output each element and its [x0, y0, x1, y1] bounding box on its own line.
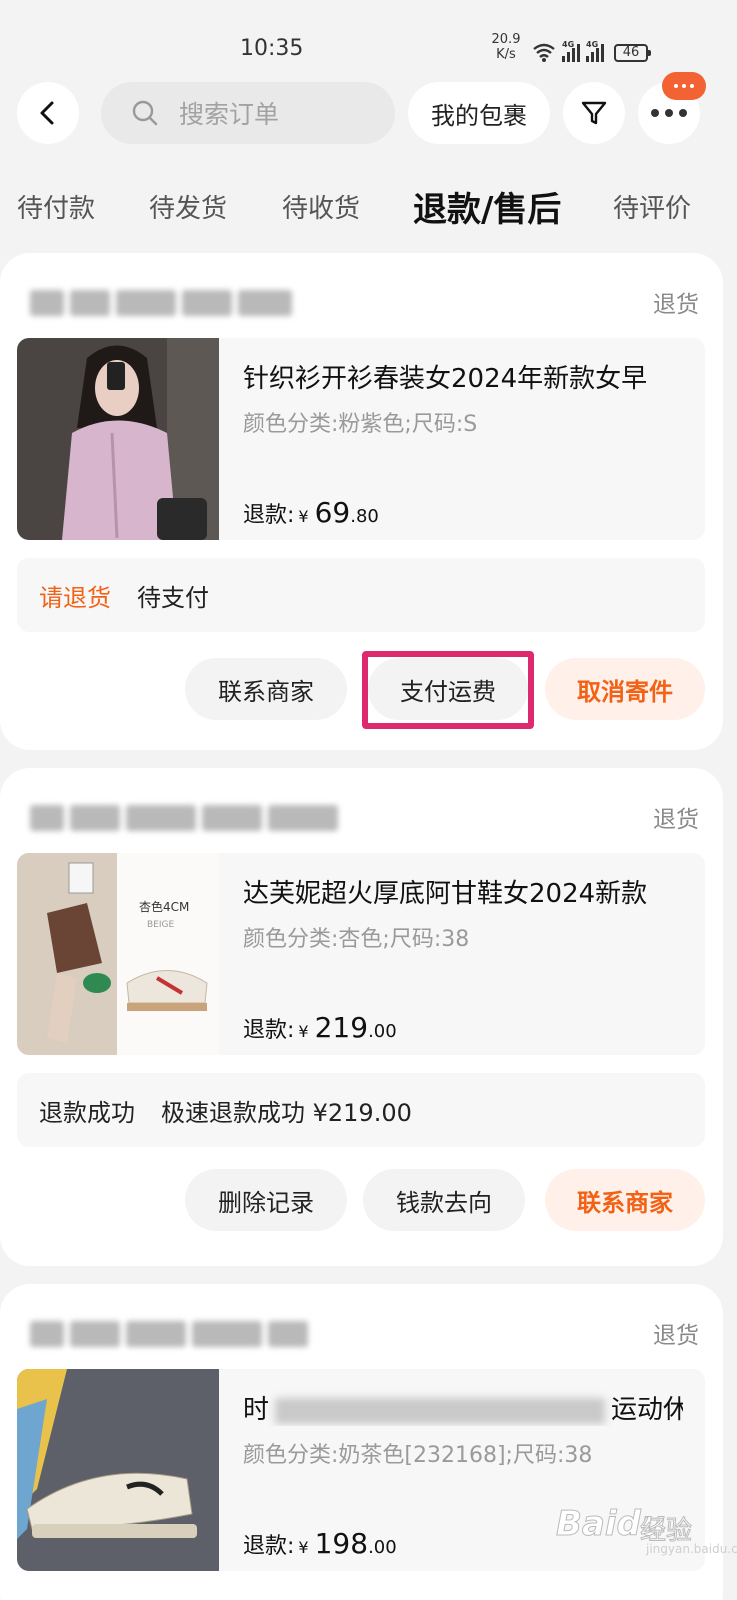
progress-state: 极速退款成功 ¥219.00	[161, 1098, 412, 1127]
cellular-signal-icon: 4G	[586, 40, 604, 62]
contact-seller-button[interactable]: 联系商家	[545, 1169, 705, 1231]
network-speed-unit: K/s	[496, 47, 516, 62]
product-item[interactable]: 针织衫开衫春装女2024年新款女早 颜色分类:粉紫色;尺码:S 退款: ¥ 69…	[17, 338, 705, 540]
search-placeholder: 搜索订单	[179, 100, 280, 129]
delete-record-button[interactable]: 删除记录	[185, 1169, 347, 1231]
refund-amount: 退款: ¥ 198 .00	[243, 1527, 397, 1560]
search-input[interactable]: 搜索订单	[101, 82, 395, 144]
notification-badge	[662, 72, 706, 100]
refund-progress-row[interactable]: 请退货 待支付	[17, 558, 705, 632]
order-card: 退货 杏色4CM BEIGE 达芙妮超火厚底阿甘鞋女2024新款 颜色分类:杏色…	[0, 768, 723, 1266]
price-integer: 198	[314, 1527, 369, 1560]
tab-pending-shipment[interactable]: 待发货	[149, 188, 227, 225]
tab-pending-receipt[interactable]: 待收货	[282, 188, 360, 225]
cellular-signal-icon: 4G	[562, 40, 580, 62]
thumb-caption: BEIGE	[147, 920, 174, 930]
my-parcels-button[interactable]: 我的包裹	[408, 82, 550, 144]
status-time: 10:35	[240, 36, 304, 61]
progress-action: 请退货	[39, 583, 111, 612]
product-title: 时 运动休	[243, 1389, 683, 1426]
shop-name-blurred	[30, 286, 292, 320]
search-icon	[132, 100, 158, 126]
tab-refund-after-sales[interactable]: 退款/售后	[413, 182, 561, 231]
product-spec: 颜色分类:杏色;尺码:38	[243, 927, 470, 952]
money-flow-button[interactable]: 钱款去向	[363, 1169, 525, 1231]
order-status: 退货	[653, 807, 699, 833]
refund-progress-row[interactable]: 退款成功 极速退款成功 ¥219.00	[17, 1073, 705, 1147]
product-image: 杏色4CM BEIGE	[17, 853, 219, 1055]
status-icons: 4G 4G 46	[532, 38, 651, 62]
thumb-caption: 杏色4CM	[139, 900, 189, 914]
signal-label: 4G	[586, 40, 599, 49]
tab-pending-payment[interactable]: 待付款	[17, 188, 95, 225]
refund-amount: 退款: ¥ 219 .00	[243, 1011, 397, 1044]
watermark-url: jingyan.baidu.com	[646, 1542, 737, 1556]
status-bar: 10:35 20.9 K/s 4G 4G 46	[0, 0, 737, 80]
order-status: 退货	[653, 1323, 699, 1349]
product-spec: 颜色分类:奶茶色[232168];尺码:38	[243, 1443, 593, 1468]
filter-button[interactable]	[563, 82, 625, 144]
cancel-shipment-button[interactable]: 取消寄件	[545, 658, 705, 720]
refund-label: 退款:	[243, 1534, 295, 1559]
signal-label: 4G	[562, 40, 575, 49]
currency-symbol: ¥	[298, 507, 309, 526]
network-speed: 20.9 K/s	[490, 32, 522, 62]
product-item[interactable]: 杏色4CM BEIGE 达芙妮超火厚底阿甘鞋女2024新款 颜色分类:杏色;尺码…	[17, 853, 705, 1055]
highlight-box	[362, 651, 534, 729]
contact-seller-button[interactable]: 联系商家	[185, 658, 347, 720]
back-arrow-icon	[40, 101, 54, 125]
progress-action: 退款成功	[39, 1098, 135, 1127]
order-card: 退货 针织衫开衫春装女2024年新款女早 颜色分类:粉紫色;尺码:S 退款: ¥…	[0, 253, 723, 750]
price-decimal: .80	[350, 506, 379, 527]
shop-name-blurred	[30, 1317, 308, 1351]
price-integer: 69	[314, 496, 351, 529]
shop-name-blurred	[30, 801, 338, 835]
product-title-start: 时	[243, 1395, 270, 1425]
refund-label: 退款:	[243, 1018, 295, 1043]
product-spec: 颜色分类:粉紫色;尺码:S	[243, 412, 478, 437]
order-status: 退货	[653, 292, 699, 318]
currency-symbol: ¥	[298, 1022, 309, 1041]
product-title: 达芙妮超火厚底阿甘鞋女2024新款	[243, 879, 648, 909]
more-options-button[interactable]	[638, 72, 706, 144]
price-decimal: .00	[368, 1537, 397, 1558]
back-button[interactable]	[17, 82, 79, 144]
progress-state: 待支付	[137, 583, 209, 612]
filter-icon	[581, 101, 607, 125]
tab-pending-review[interactable]: 待评价	[613, 188, 691, 225]
product-title-end: 运动休	[611, 1395, 683, 1425]
refund-amount: 退款: ¥ 69 .80	[243, 496, 379, 529]
price-integer: 219	[314, 1011, 369, 1044]
product-image	[17, 1369, 219, 1571]
title-blurred-segment	[275, 1397, 606, 1424]
order-tabs: 待付款 待发货 待收货 退款/售后 待评价	[0, 180, 737, 232]
product-image	[17, 338, 219, 540]
currency-symbol: ¥	[298, 1538, 309, 1557]
battery-icon: 46	[614, 44, 651, 62]
price-decimal: .00	[368, 1021, 397, 1042]
network-speed-value: 20.9	[491, 32, 521, 47]
baidu-jingyan-watermark: Baidu 经验 jingyan.baidu.com	[555, 1496, 737, 1562]
product-title: 针织衫开衫春装女2024年新款女早	[243, 364, 648, 394]
more-icon	[651, 109, 687, 117]
refund-label: 退款:	[243, 503, 295, 528]
wifi-icon	[533, 43, 555, 62]
